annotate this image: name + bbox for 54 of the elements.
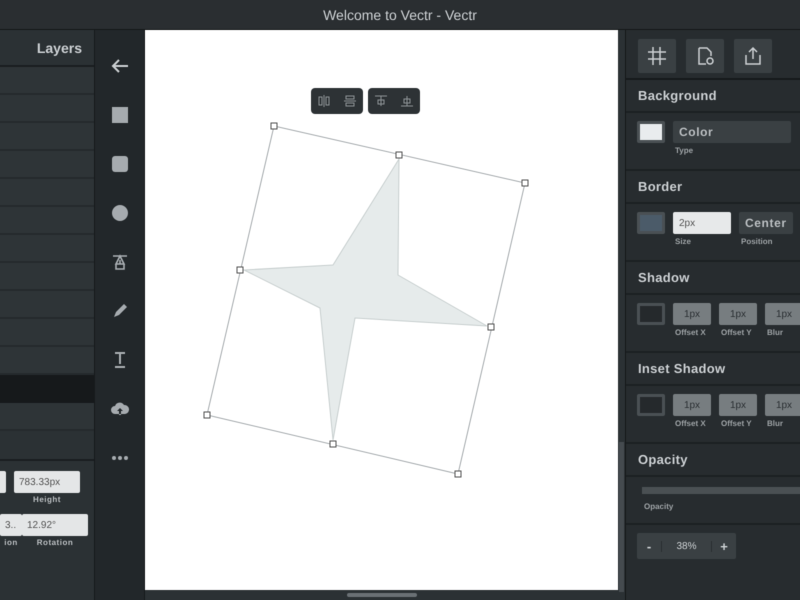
align-top-icon <box>374 94 388 108</box>
zoom-level: 38% <box>661 540 712 552</box>
star-shape[interactable] <box>242 157 488 440</box>
field-label: Offset Y <box>720 419 752 428</box>
section-title: Background <box>626 80 800 113</box>
field-label: Offset Y <box>720 328 752 337</box>
field-label: Position <box>740 237 773 246</box>
section-title: Shadow <box>626 262 800 295</box>
field-label: Type <box>674 146 694 155</box>
field-label: Opacity <box>643 502 674 511</box>
resize-handle[interactable] <box>270 122 278 130</box>
export-button[interactable] <box>734 39 772 73</box>
circle-icon[interactable] <box>110 203 130 223</box>
resize-handle[interactable] <box>236 266 244 274</box>
section-title: Opacity <box>626 444 800 477</box>
square-icon[interactable] <box>110 105 130 125</box>
section-title: Border <box>626 171 800 204</box>
color-swatch[interactable] <box>637 121 665 143</box>
resize-handle[interactable] <box>330 440 336 448</box>
input-field[interactable]: 3.. <box>0 514 22 536</box>
resize-handle[interactable] <box>522 180 528 186</box>
resize-handle[interactable] <box>488 324 494 330</box>
zoom-in-button[interactable]: + <box>712 533 736 559</box>
slider-fill[interactable] <box>642 487 800 494</box>
field-label: Blur <box>766 419 783 428</box>
rounded-square-icon[interactable] <box>110 154 130 174</box>
page-settings-button[interactable] <box>686 39 724 73</box>
window-title: Welcome to Vectr - Vectr <box>0 0 800 30</box>
field-label: Offset X <box>674 419 706 428</box>
color-swatch[interactable] <box>637 212 665 234</box>
resize-handle[interactable] <box>204 412 210 418</box>
section-title: Inset Shadow <box>626 353 800 386</box>
align-horizontal-icon <box>343 94 357 108</box>
field-label: Rotation <box>36 538 74 547</box>
field-label: Blur <box>766 328 783 337</box>
field-label: Height <box>33 495 61 504</box>
grid-icon <box>646 45 668 67</box>
field-label: Size <box>674 237 692 246</box>
input-field[interactable]: 2px <box>673 212 731 234</box>
color-swatch[interactable] <box>637 303 665 325</box>
resize-handle[interactable] <box>396 152 402 158</box>
resize-handle[interactable] <box>454 470 462 478</box>
dropdown[interactable]: Color <box>673 121 791 143</box>
color-swatch[interactable] <box>637 394 665 416</box>
dropdown[interactable]: Center <box>739 212 793 234</box>
align-bottom-icon <box>400 94 414 108</box>
input-field[interactable]: 783.33px <box>14 471 80 493</box>
input-field[interactable] <box>0 471 6 493</box>
grid-button[interactable] <box>638 39 676 73</box>
align-vertical-icon <box>317 94 331 108</box>
input-field[interactable]: 12.92° <box>22 514 88 536</box>
zoom-out-button[interactable]: - <box>637 533 661 559</box>
field-label: Offset X <box>674 328 706 337</box>
field-label: ion <box>4 538 18 547</box>
